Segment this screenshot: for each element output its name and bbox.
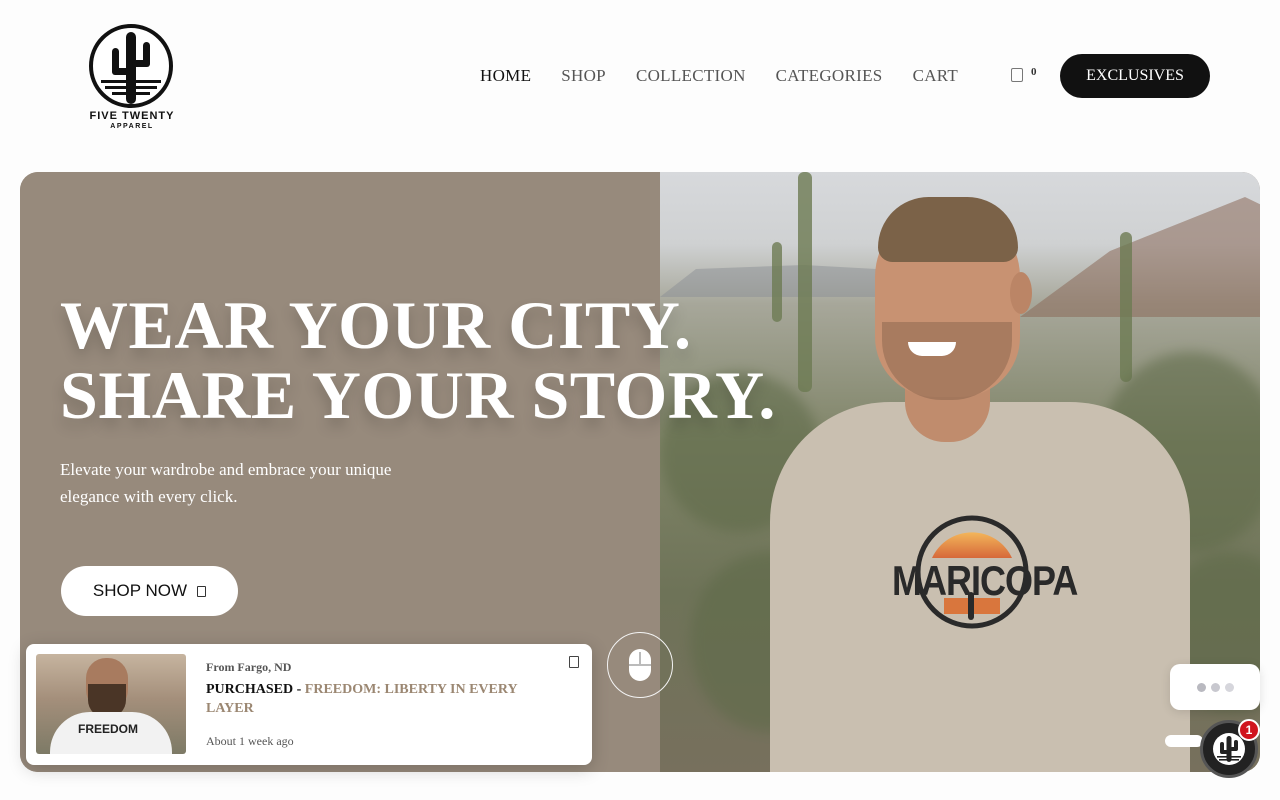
model-smile <box>908 342 956 356</box>
cactus-shape <box>1120 232 1132 382</box>
cart-button[interactable]: 0 <box>1011 66 1037 82</box>
hero-headline-line1: WEAR YOUR CITY. <box>60 287 692 363</box>
cactus-logo-icon <box>89 24 173 108</box>
purchased-label: PURCHASED - <box>206 682 305 697</box>
typing-dot <box>1224 682 1234 692</box>
chat-preview-bar <box>1165 735 1203 747</box>
scroll-indicator[interactable] <box>607 632 673 698</box>
nav-collection[interactable]: COLLECTION <box>636 66 746 86</box>
exclusives-button[interactable]: EXCLUSIVES <box>1060 54 1210 98</box>
thumbnail-shirt-text: FREEDOM <box>78 722 138 736</box>
brand-name: FIVE TWENTY <box>89 110 175 122</box>
purchase-location: From Fargo, ND <box>206 660 292 674</box>
arrow-icon <box>197 585 207 597</box>
site-header: FIVE TWENTY APPAREL HOME SHOP COLLECTION… <box>0 0 1280 150</box>
close-icon[interactable] <box>569 656 579 668</box>
shop-now-button[interactable]: SHOP NOW <box>61 566 238 616</box>
recent-purchase-popup[interactable]: FREEDOM From Fargo, ND PURCHASED - FREED… <box>26 644 592 765</box>
chat-typing-bubble[interactable] <box>1170 664 1260 710</box>
hero-subtitle: Elevate your wardrobe and embrace your u… <box>60 460 392 506</box>
brand-logo[interactable]: FIVE TWENTY APPAREL <box>86 22 178 134</box>
model-ear <box>1010 272 1032 314</box>
purchase-description: PURCHASED - FREEDOM: LIBERTY IN EVERY LA… <box>206 680 556 718</box>
model-hair <box>878 197 1018 262</box>
mountain-shape <box>1020 197 1260 317</box>
nav-categories[interactable]: CATEGORIES <box>776 66 883 86</box>
shirt-graphic: MARICOPA <box>892 512 1078 632</box>
typing-dot <box>1196 682 1206 692</box>
hero-headline-line2: SHARE YOUR STORY. <box>60 357 776 433</box>
purchase-time: About 1 week ago <box>206 734 294 748</box>
nav-cart[interactable]: CART <box>913 66 959 86</box>
mouse-scroll-icon <box>629 649 651 681</box>
nav-shop[interactable]: SHOP <box>561 66 606 86</box>
hero-headline: WEAR YOUR CITY. SHARE YOUR STORY. <box>60 290 860 430</box>
nav-home[interactable]: HOME <box>480 66 531 86</box>
chat-notification-badge: 1 <box>1238 719 1260 741</box>
typing-dot <box>1210 682 1220 692</box>
main-nav: HOME SHOP COLLECTION CATEGORIES CART <box>480 66 988 86</box>
shirt-graphic-text: MARICOPA <box>892 556 1078 604</box>
brand-subtitle: APPAREL <box>110 123 154 130</box>
shopping-bag-icon <box>1011 68 1023 82</box>
cart-count: 0 <box>1031 66 1037 78</box>
shop-now-label: SHOP NOW <box>92 581 188 600</box>
model-beard <box>882 322 1012 400</box>
product-thumbnail[interactable]: FREEDOM <box>36 654 186 754</box>
